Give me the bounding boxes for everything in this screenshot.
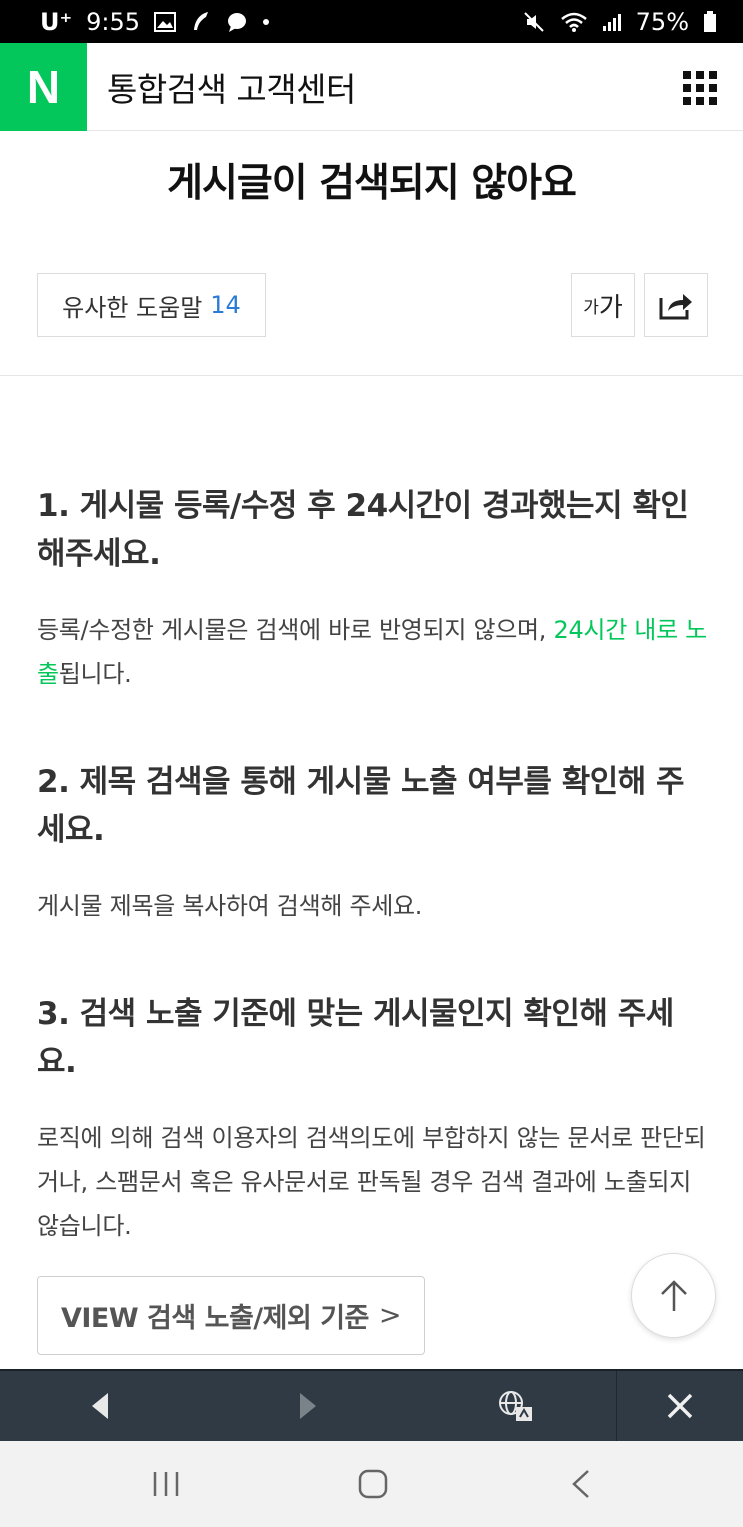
chevron-right-icon: > (378, 1300, 402, 1331)
header-title[interactable]: 통합검색 고객센터 (107, 63, 356, 111)
section-1-body-text: 등록/수정한 게시물은 검색에 바로 반영되지 않으며, (37, 616, 554, 644)
arrow-up-icon (660, 1279, 687, 1311)
section-3-body: 로직에 의해 검색 이용자의 검색의도에 부합하지 않는 문서로 판단되거나, … (37, 1124, 706, 1240)
section-2-title: 2. 제목 검색을 통해 게시물 노출 여부를 확인해 주세요. (37, 764, 685, 848)
view-criteria-button[interactable]: VIEW 검색 노출/제외 기준 > (37, 1276, 425, 1355)
triangle-right-icon (300, 1393, 316, 1419)
section-1-title: 1. 게시물 등록/수정 후 24시간이 경과했는지 확인해주세요. (37, 488, 689, 572)
toolbar-back-button[interactable] (60, 1371, 140, 1441)
battery-icon (703, 10, 717, 33)
triangle-left-icon (92, 1393, 108, 1419)
recent-apps-icon (153, 1472, 179, 1496)
chat-notification-icon (226, 11, 248, 33)
app-header: N 통합검색 고객센터 (0, 42, 743, 131)
status-bar: U⁺ 9:55 75% (0, 0, 743, 43)
toolbar-forward-button[interactable] (268, 1371, 348, 1441)
font-size-small-label: 가 (583, 297, 599, 318)
naver-logo[interactable]: N (0, 42, 87, 131)
feather-notification-icon (190, 10, 212, 34)
carrier-label: U⁺ (40, 7, 73, 36)
recent-apps-button[interactable] (126, 1441, 206, 1527)
share-button[interactable] (644, 273, 708, 337)
signal-icon (602, 12, 622, 32)
close-icon (667, 1393, 693, 1419)
section-1-body-end: 됩니다. (58, 660, 132, 688)
similar-help-count: 14 (210, 291, 241, 319)
system-nav-bar (0, 1441, 743, 1527)
section-2-body: 게시물 제목을 복사하여 검색해 주세요. (37, 892, 423, 920)
toolbar-translate-button[interactable] (476, 1371, 556, 1441)
grid-icon (683, 71, 717, 105)
menu-button[interactable] (683, 71, 717, 105)
back-icon (572, 1470, 589, 1498)
similar-help-label: 유사한 도움말 (62, 293, 203, 322)
share-icon (659, 294, 692, 320)
home-icon (358, 1469, 388, 1499)
page-title: 게시글이 검색되지 않아요 (167, 161, 577, 206)
battery-percent: 75% (635, 7, 689, 36)
mute-icon (522, 10, 546, 34)
section-1-body: 등록/수정한 게시물은 검색에 바로 반영되지 않으며, 24시간 내로 노출됩… (37, 608, 707, 696)
home-button[interactable] (333, 1441, 413, 1527)
font-size-button[interactable]: 가가 (571, 273, 635, 337)
globe-icon (499, 1391, 532, 1421)
status-bar-left: U⁺ 9:55 (40, 8, 270, 36)
toolbar-close-button[interactable] (616, 1371, 743, 1441)
gallery-notification-icon (154, 11, 177, 32)
article-header: 게시글이 검색되지 않아요 유사한 도움말 14 가가 (0, 132, 743, 376)
font-size-large-label: 가 (598, 292, 623, 323)
more-notifications-dot-icon (262, 18, 270, 26)
scroll-top-button[interactable] (631, 1253, 716, 1338)
clock: 9:55 (86, 7, 141, 36)
similar-help-button[interactable]: 유사한 도움말 14 (37, 273, 266, 337)
section-3-title: 3. 검색 노출 기준에 맞는 게시물인지 확인해 주세요. (37, 996, 674, 1080)
browser-toolbar (0, 1369, 743, 1441)
status-bar-right: 75% (522, 8, 717, 36)
system-back-button[interactable] (541, 1441, 621, 1527)
view-criteria-label: VIEW 검색 노출/제외 기준 (60, 1303, 369, 1334)
wifi-icon (560, 11, 588, 33)
